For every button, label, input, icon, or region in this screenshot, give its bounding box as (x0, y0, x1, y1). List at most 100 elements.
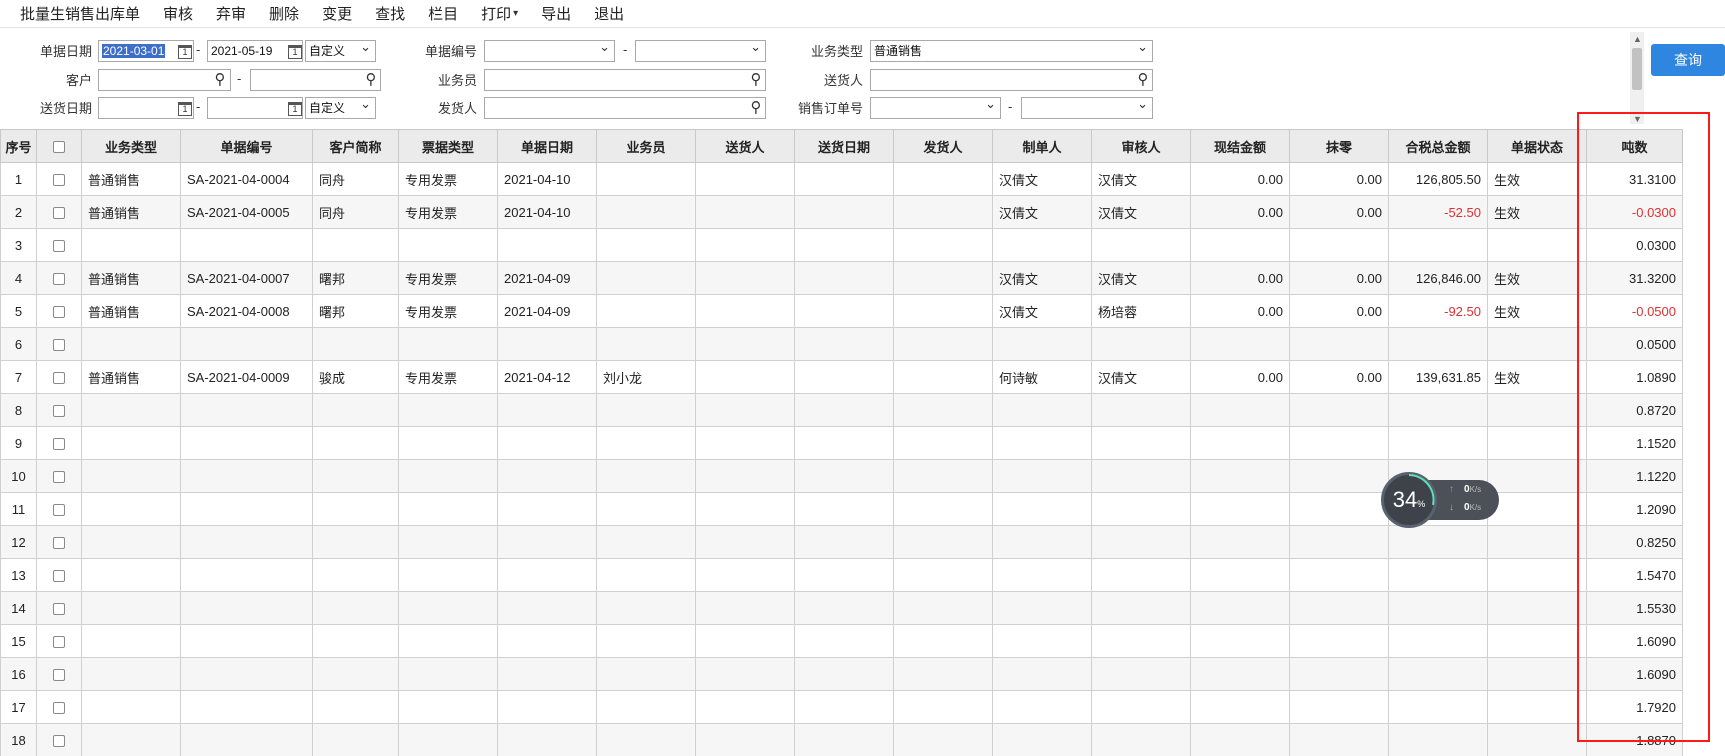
cell-select (36, 723, 82, 756)
table-row[interactable]: 5 普通销售 SA-2021-04-0008 曙邦 专用发票 2021-04-09 汉倩文杨… (0, 294, 1683, 328)
table-row[interactable]: 9 1.1520 (0, 426, 1683, 460)
col-header-delivery-date[interactable]: 送货日期 (794, 129, 894, 163)
table-row[interactable]: 2 普通销售 SA-2021-04-0005 同舟 专用发票 2021-04-10 汉倩文汉… (0, 195, 1683, 229)
toolbar-exit[interactable]: 退出 (594, 3, 624, 24)
col-header-salesman[interactable]: 业务员 (596, 129, 696, 163)
query-button[interactable]: 查询 (1651, 44, 1725, 76)
biz-type-value: 普通销售 (874, 44, 923, 58)
col-header-maker[interactable]: 制单人 (992, 129, 1092, 163)
table-row[interactable]: 12 0.8250 (0, 525, 1683, 559)
calendar-icon[interactable]: 1 (178, 45, 192, 59)
salesman-input[interactable] (484, 69, 766, 91)
calendar-icon[interactable]: 1 (178, 102, 192, 116)
row-checkbox[interactable] (53, 735, 65, 748)
row-checkbox[interactable] (53, 174, 65, 187)
col-header-seq[interactable]: 序号 (0, 129, 37, 163)
col-header-deliverer[interactable]: 送货人 (695, 129, 795, 163)
shipper-input[interactable] (484, 97, 766, 119)
col-header-bill-type[interactable]: 票据类型 (398, 129, 498, 163)
row-checkbox[interactable] (53, 702, 65, 715)
row-checkbox[interactable] (53, 471, 65, 484)
row-checkbox[interactable] (53, 240, 65, 253)
deliverer-input[interactable] (870, 69, 1153, 91)
doc-date-mode-select[interactable]: 自定义 (305, 40, 376, 62)
search-icon[interactable]: ⚲ (748, 100, 764, 116)
doc-no-from-select[interactable] (484, 40, 615, 62)
col-header-tons[interactable]: 吨数 (1586, 129, 1683, 163)
scroll-down-icon[interactable]: ▼ (1633, 114, 1642, 124)
cell-salesman (596, 459, 696, 493)
table-row[interactable]: 18 1.8870 (0, 723, 1683, 756)
search-icon[interactable]: ⚲ (1135, 72, 1151, 88)
row-checkbox[interactable] (53, 504, 65, 517)
toolbar-unaudit[interactable]: 弃审 (216, 3, 246, 24)
biz-type-select[interactable]: 普通销售 (870, 40, 1153, 62)
cell-delivery-date (794, 624, 894, 658)
cell-biz-type (81, 393, 181, 427)
col-header-doc-no[interactable]: 单据编号 (180, 129, 313, 163)
col-header-customer[interactable]: 客户简称 (312, 129, 399, 163)
table-row[interactable]: 4 普通销售 SA-2021-04-0007 曙邦 专用发票 2021-04-09 汉倩文汉… (0, 261, 1683, 295)
table-row[interactable]: 13 1.5470 (0, 558, 1683, 592)
filter-scrollbar[interactable]: ▲ ▼ (1630, 32, 1644, 124)
row-checkbox[interactable] (53, 570, 65, 583)
table-row[interactable]: 7 普通销售 SA-2021-04-0009 骏成 专用发票 2021-04-12 刘小龙 何… (0, 360, 1683, 394)
search-icon[interactable]: ⚲ (212, 72, 228, 88)
net-speed-widget[interactable]: 34% ↑ 0K/s ↓ 0K/s (1381, 472, 1501, 528)
cell-auditor: 汉倩文 (1091, 195, 1191, 229)
scrollbar-thumb[interactable] (1632, 48, 1642, 90)
sales-order-to-select[interactable] (1021, 97, 1153, 119)
col-header-auditor[interactable]: 审核人 (1091, 129, 1191, 163)
table-row[interactable]: 14 1.5530 (0, 591, 1683, 625)
search-icon[interactable]: ⚲ (363, 72, 379, 88)
calendar-icon[interactable]: 1 (288, 45, 302, 59)
col-header-total-with-tax[interactable]: 合税总金额 (1388, 129, 1488, 163)
sales-order-from-select[interactable] (870, 97, 1001, 119)
search-icon[interactable]: ⚲ (748, 72, 764, 88)
toolbar-audit[interactable]: 审核 (163, 3, 193, 24)
row-checkbox[interactable] (53, 306, 65, 319)
cell-select (36, 525, 82, 559)
col-header-select-all[interactable] (36, 129, 82, 163)
select-all-checkbox[interactable] (53, 141, 65, 154)
toolbar-export[interactable]: 导出 (541, 3, 571, 24)
doc-no-to-select[interactable] (635, 40, 766, 62)
table-row[interactable]: 3 0.0300 (0, 228, 1683, 262)
customer-to-input[interactable] (250, 69, 381, 91)
scroll-up-icon[interactable]: ▲ (1633, 34, 1642, 44)
table-row[interactable]: 16 1.6090 (0, 657, 1683, 691)
row-checkbox[interactable] (53, 537, 65, 550)
table-row[interactable]: 8 0.8720 (0, 393, 1683, 427)
toolbar-delete[interactable]: 删除 (269, 3, 299, 24)
toolbar-print[interactable]: 打印 ▾ (481, 3, 518, 24)
toolbar-find[interactable]: 查找 (375, 3, 405, 24)
table-row[interactable]: 15 1.6090 (0, 624, 1683, 658)
toolbar-columns[interactable]: 栏目 (428, 3, 458, 24)
col-header-rounding[interactable]: 抹零 (1289, 129, 1389, 163)
row-checkbox[interactable] (53, 669, 65, 682)
toolbar-generate-outbound[interactable]: 批量生销售出库单 (20, 3, 140, 24)
table-row[interactable]: 1 普通销售 SA-2021-04-0004 同舟 专用发票 2021-04-10 汉倩文汉… (0, 162, 1683, 196)
table-row[interactable]: 6 0.0500 (0, 327, 1683, 361)
toolbar-change[interactable]: 变更 (322, 3, 352, 24)
cell-biz-type: 普通销售 (81, 195, 181, 229)
row-checkbox[interactable] (53, 405, 65, 418)
cell-seq: 7 (0, 360, 37, 394)
row-checkbox[interactable] (53, 438, 65, 451)
row-checkbox[interactable] (53, 273, 65, 286)
row-checkbox[interactable] (53, 636, 65, 649)
row-checkbox[interactable] (53, 372, 65, 385)
col-header-shipper[interactable]: 发货人 (893, 129, 993, 163)
cell-total-with-tax (1388, 558, 1488, 592)
col-header-biz-type[interactable]: 业务类型 (81, 129, 181, 163)
row-checkbox[interactable] (53, 603, 65, 616)
delivery-date-mode-select[interactable]: 自定义 (305, 97, 376, 119)
col-header-doc-date[interactable]: 单据日期 (497, 129, 597, 163)
row-checkbox[interactable] (53, 339, 65, 352)
col-header-status[interactable]: 单据状态 (1487, 129, 1587, 163)
table-row[interactable]: 17 1.7920 (0, 690, 1683, 724)
col-header-cash-amount[interactable]: 现结金额 (1190, 129, 1290, 163)
calendar-icon[interactable]: 1 (288, 102, 302, 116)
cell-select (36, 492, 82, 526)
row-checkbox[interactable] (53, 207, 65, 220)
